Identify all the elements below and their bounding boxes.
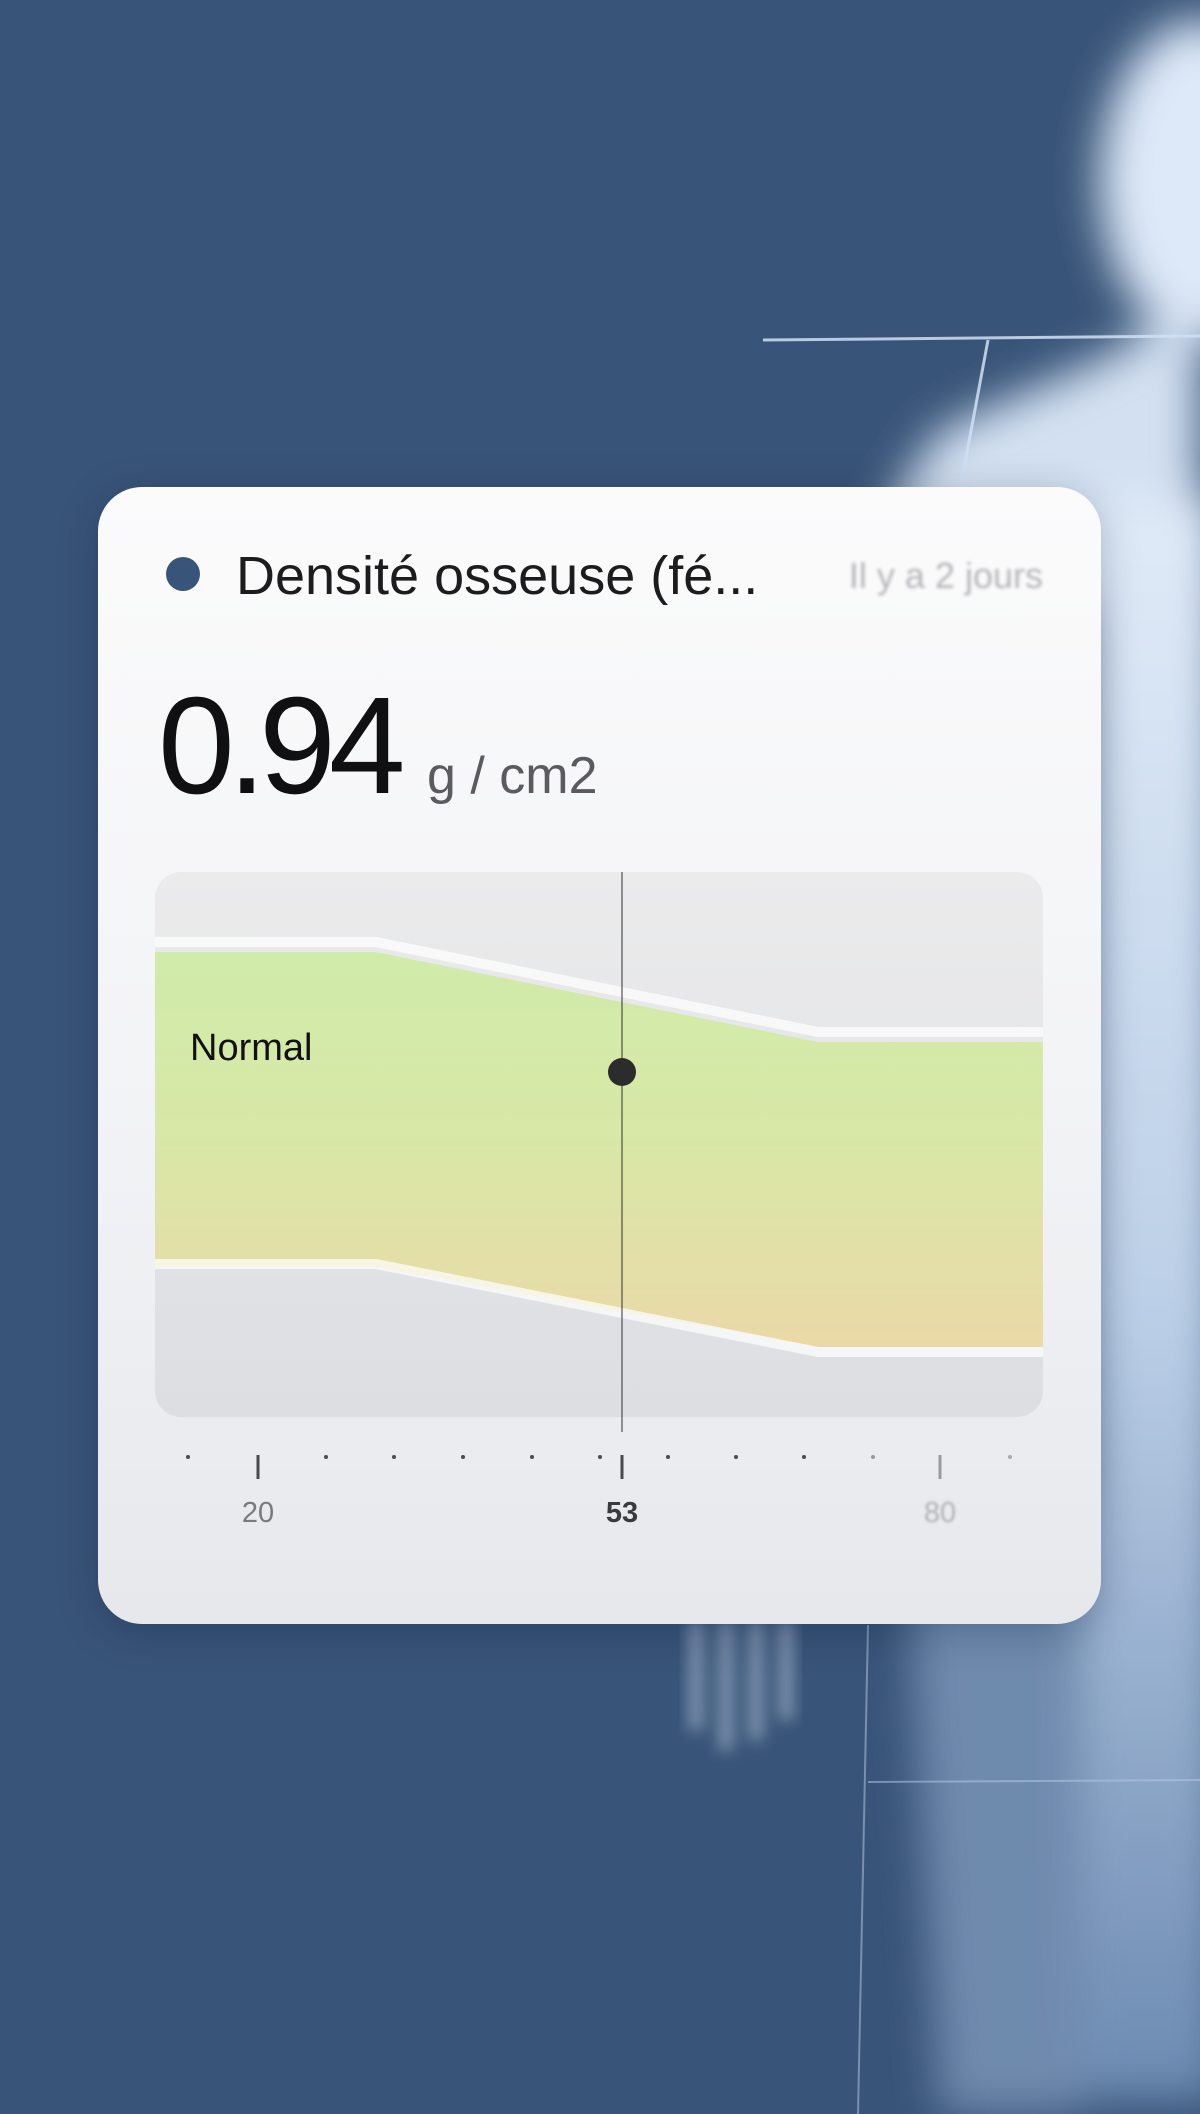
bone-density-card[interactable]: Densité osseuse (fé... Il y a 2 jours 0.… [98,487,1101,1624]
axis-minor-tick [324,1455,328,1459]
axis-minor-tick [802,1455,806,1459]
zone-label-normal: Normal [190,1027,313,1069]
axis-minor-tick [186,1455,190,1459]
axis-minor-tick [666,1455,670,1459]
x-tick-label-53: 53 [605,1497,639,1529]
axis-minor-tick [871,1455,875,1459]
axis-major-tick-53 [620,1455,624,1479]
x-tick-label-20: 20 [241,1497,275,1529]
axis-minor-tick [530,1455,534,1459]
axis-minor-tick [392,1455,396,1459]
axis-major-tick-20 [256,1455,260,1479]
axis-minor-tick [461,1455,465,1459]
axis-minor-tick [734,1455,738,1459]
x-axis [186,1455,1012,1479]
x-tick-label-80: 80 [923,1497,957,1529]
axis-major-tick-80 [938,1455,942,1479]
current-value-marker [608,1058,636,1086]
axis-minor-tick [1008,1455,1012,1459]
axis-minor-tick [598,1455,602,1459]
